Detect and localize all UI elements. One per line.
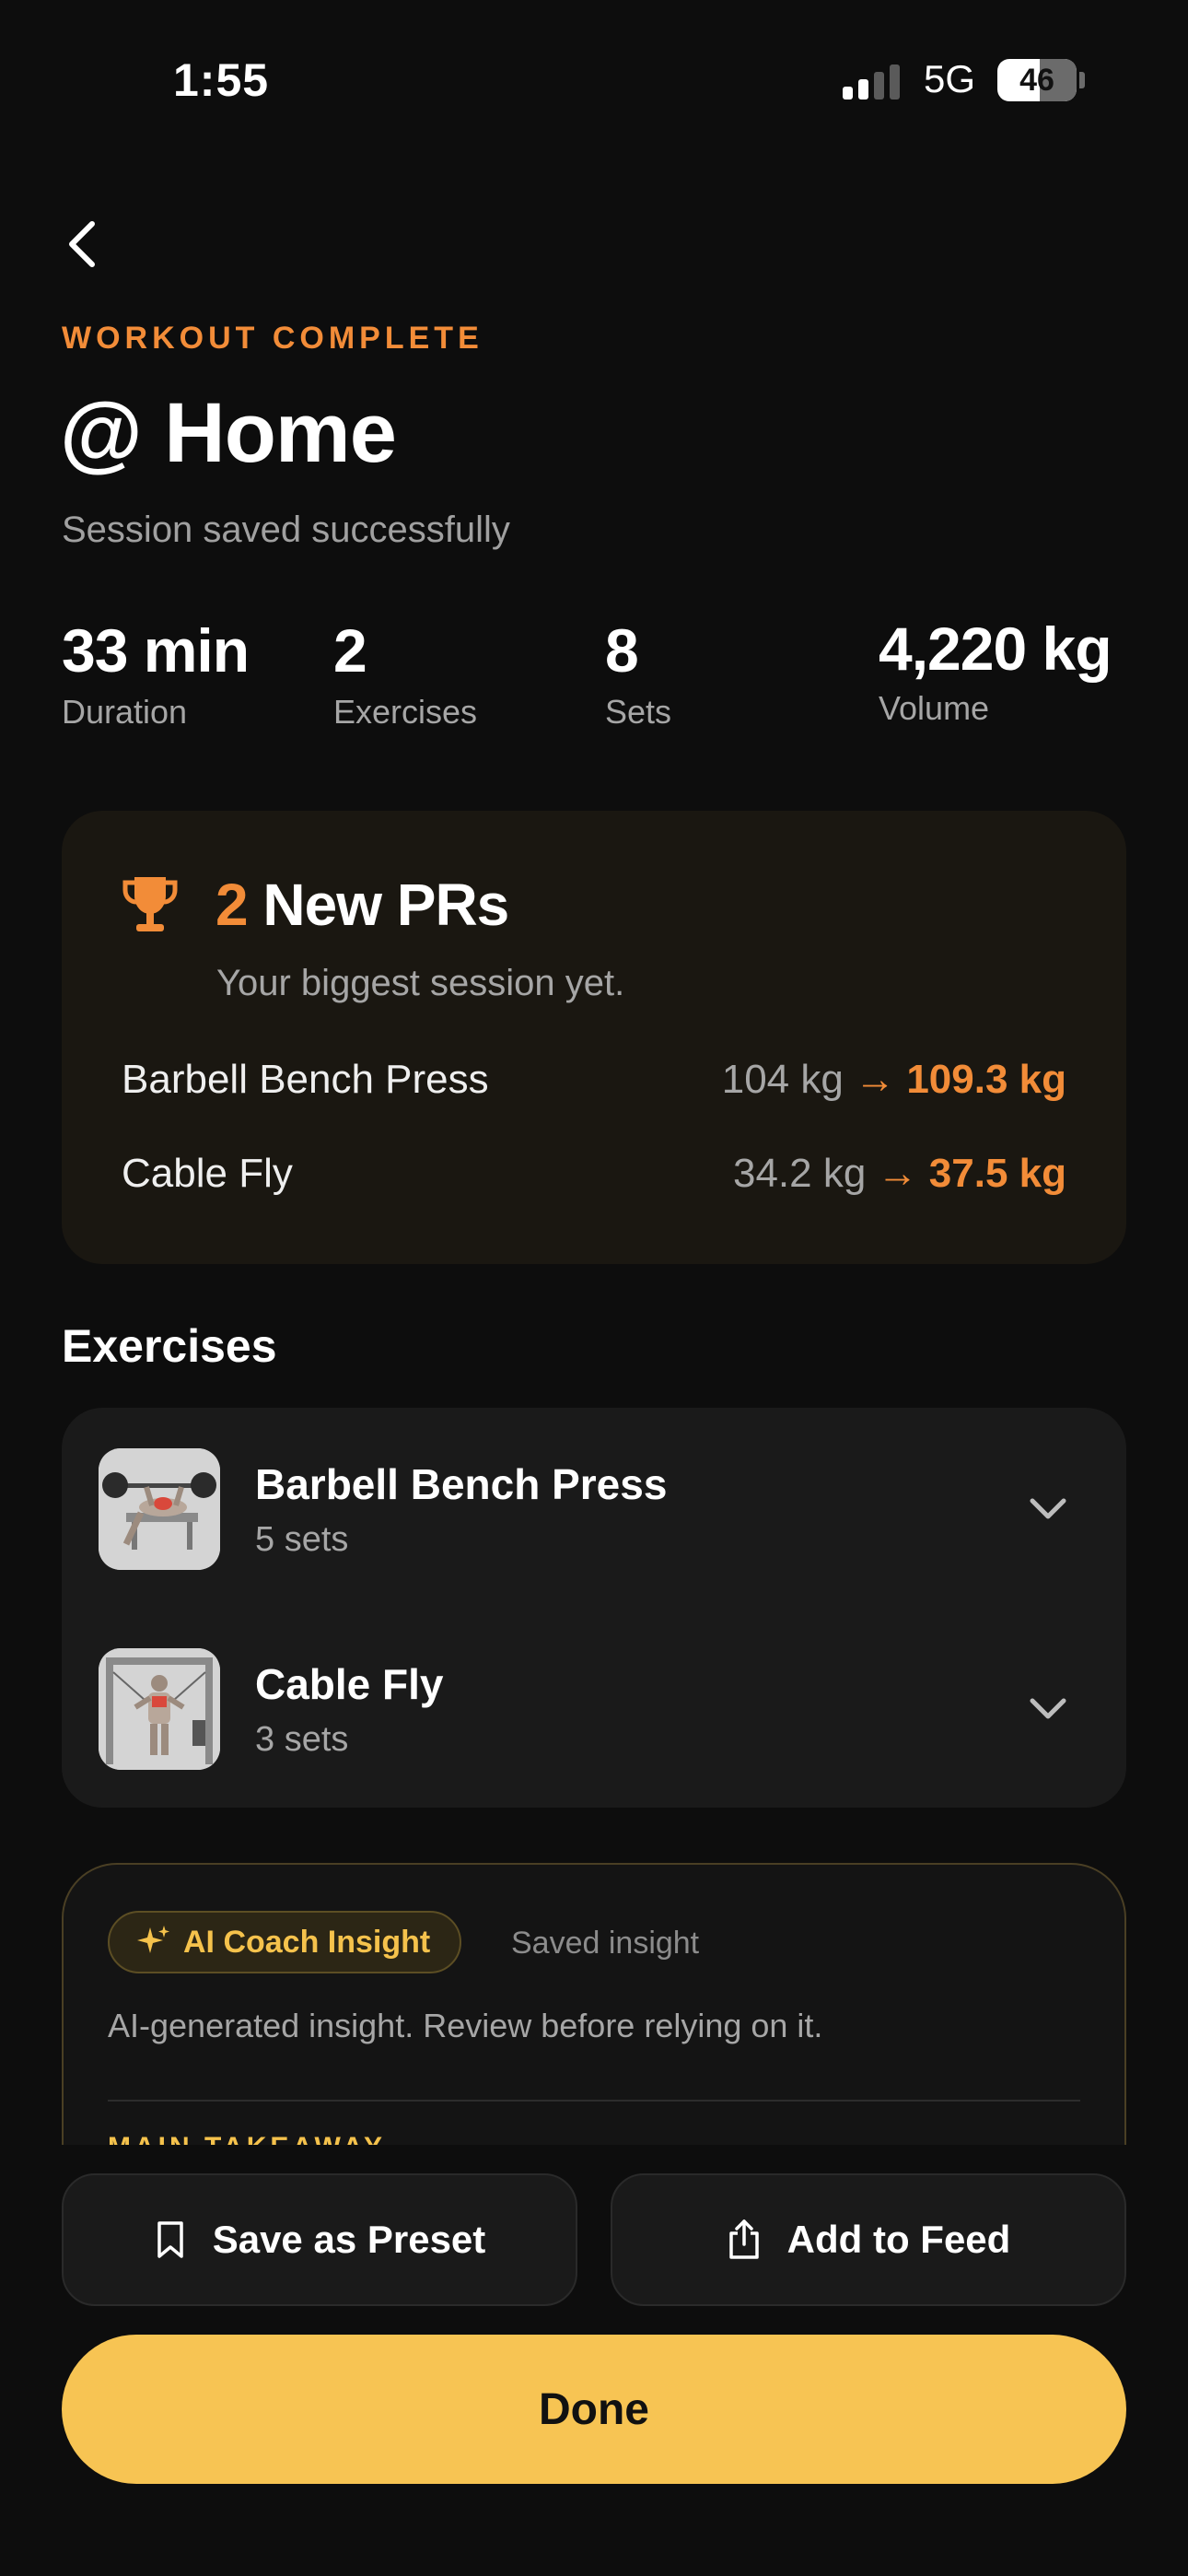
- stat-volume: 4,220 kg Volume: [879, 614, 1112, 728]
- pr-to: 109.3 kg: [906, 1057, 1066, 1102]
- new-prs-card: 2 New PRs Your biggest session yet. Barb…: [62, 811, 1126, 1264]
- exercise-row-bench-press[interactable]: Barbell Bench Press 5 sets: [99, 1448, 1089, 1574]
- ai-coach-badge: AI Coach Insight: [108, 1911, 462, 1973]
- stat-value: 2: [333, 616, 367, 685]
- battery-tip: [1079, 72, 1085, 88]
- done-label: Done: [539, 2384, 649, 2434]
- pr-arrow: →: [855, 1057, 896, 1102]
- battery-icon: 46: [997, 59, 1077, 101]
- exercises-section-title: Exercises: [62, 1320, 277, 1372]
- pr-subtitle: Your biggest session yet.: [216, 963, 625, 1003]
- pr-from: 104 kg: [721, 1057, 844, 1102]
- stat-label: Exercises: [333, 693, 478, 731]
- back-button[interactable]: [55, 217, 111, 272]
- exercise-sets: 5 sets: [255, 1520, 349, 1559]
- chevron-left-icon: [69, 221, 95, 267]
- pr-to: 37.5 kg: [928, 1151, 1066, 1196]
- pr-from: 34.2 kg: [732, 1151, 867, 1196]
- ai-badge-label: AI Coach Insight: [183, 1924, 431, 1960]
- exercises-card: Barbell Bench Press 5 sets Cable Fly 3 s…: [62, 1408, 1126, 1808]
- save-as-preset-label: Save as Preset: [212, 2218, 486, 2261]
- network-type: 5G: [924, 57, 976, 100]
- status-bar: 1:55 5G 46: [0, 0, 1188, 157]
- exercise-sets: 3 sets: [255, 1720, 349, 1759]
- ai-insight-card: AI Coach Insight Saved insight AI-genera…: [62, 1863, 1126, 2176]
- ai-disclaimer: AI-generated insight. Review before rely…: [108, 2007, 823, 2044]
- pr-title: 2 New PRs: [215, 871, 509, 939]
- sparkles-icon: [137, 1926, 169, 1953]
- chevron-down-icon[interactable]: [1025, 1685, 1071, 1731]
- pr-change: 104 kg → 109.3 kg: [722, 1057, 1066, 1103]
- stat-duration: 33 min Duration: [62, 615, 250, 732]
- pr-row: Barbell Bench Press 104 kg → 109.3 kg: [122, 1057, 1066, 1103]
- pr-exercise-name: Barbell Bench Press: [122, 1057, 489, 1102]
- divider: [108, 2100, 1080, 2102]
- page-subtitle: Session saved successfully: [62, 509, 510, 550]
- stat-value: 33 min: [62, 616, 250, 685]
- battery-level: 46: [1019, 63, 1054, 98]
- pr-change: 34.2 kg → 37.5 kg: [733, 1151, 1066, 1197]
- chevron-down-icon[interactable]: [1025, 1485, 1071, 1531]
- pr-arrow: →: [877, 1151, 918, 1196]
- stat-sets: 8 Sets: [605, 615, 671, 732]
- stat-value: 4,220 kg: [879, 615, 1112, 683]
- add-to-feed-button[interactable]: Add to Feed: [611, 2173, 1126, 2306]
- bookmark-icon: [157, 2221, 183, 2258]
- pr-count: 2: [215, 872, 249, 938]
- stat-label: Sets: [605, 693, 672, 731]
- status-time: 1:55: [173, 54, 270, 106]
- bench-press-thumbnail: [99, 1448, 220, 1570]
- cable-fly-thumbnail: [99, 1648, 220, 1770]
- add-to-feed-label: Add to Feed: [786, 2218, 1011, 2261]
- stat-exercises: 2 Exercises: [333, 615, 477, 732]
- workout-complete-screen: 1:55 5G 46 WORKOUT COMPLETE @ Home Sessi…: [0, 0, 1188, 2576]
- stat-value: 8: [605, 616, 639, 685]
- pr-row: Cable Fly 34.2 kg → 37.5 kg: [122, 1151, 1066, 1197]
- cellular-signal-icon: [843, 63, 900, 100]
- pr-exercise-name: Cable Fly: [122, 1151, 293, 1196]
- workout-complete-label: WORKOUT COMPLETE: [62, 321, 483, 356]
- save-as-preset-button[interactable]: Save as Preset: [62, 2173, 577, 2306]
- exercise-name: Cable Fly: [255, 1660, 444, 1708]
- saved-insight-label: Saved insight: [511, 1926, 700, 1961]
- trophy-icon: [122, 877, 178, 931]
- share-icon: [728, 2219, 759, 2259]
- stat-label: Duration: [62, 693, 188, 731]
- pr-title-text: New PRs: [262, 872, 509, 938]
- exercise-name: Barbell Bench Press: [255, 1460, 668, 1508]
- exercise-row-cable-fly[interactable]: Cable Fly 3 sets: [99, 1648, 1089, 1774]
- bottom-action-bar: Save as Preset Add to Feed Done: [0, 2145, 1188, 2576]
- done-button[interactable]: Done: [62, 2335, 1126, 2484]
- stat-label: Volume: [879, 689, 990, 727]
- page-title: @ Home: [60, 386, 397, 480]
